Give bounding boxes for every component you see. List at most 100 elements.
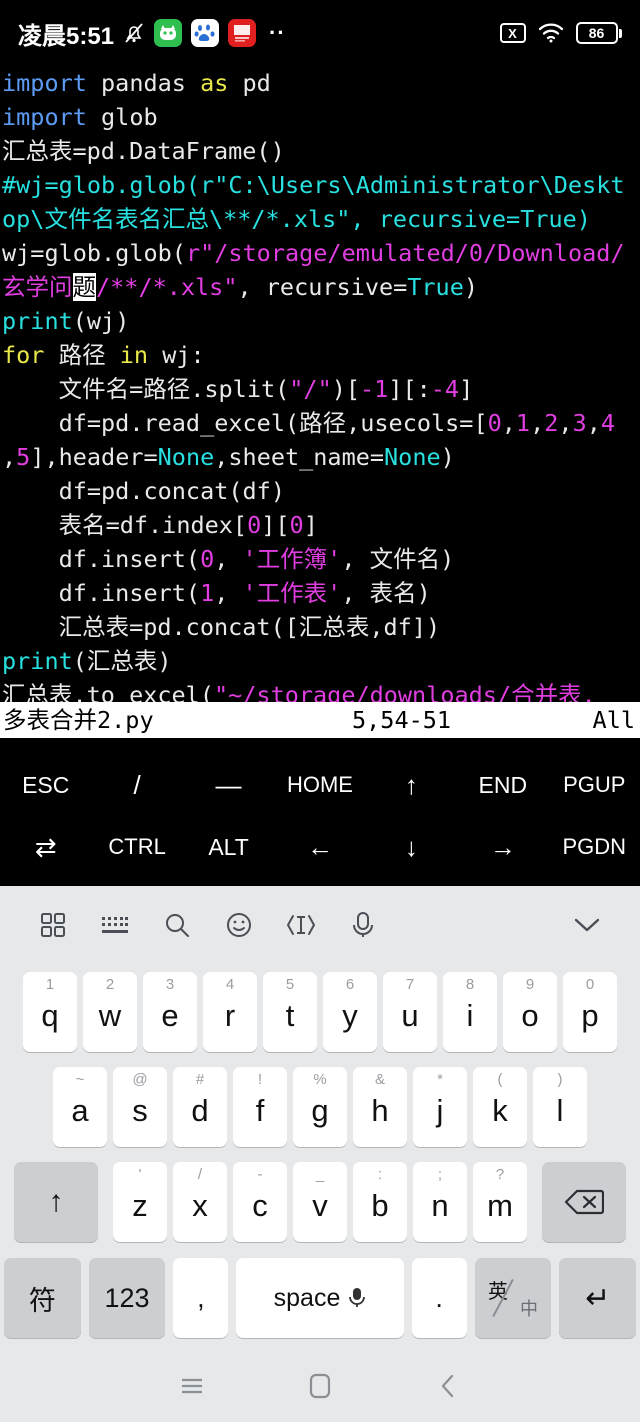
code-token: 0 [289,511,304,539]
enter-key[interactable]: ↵ [559,1258,637,1338]
search-icon[interactable] [146,911,208,939]
key-alt-label: # [195,1070,205,1088]
key-h[interactable]: & h [353,1066,407,1147]
extra-key-[interactable]: — [183,754,274,816]
key-o[interactable]: 9o [503,971,557,1052]
key-w[interactable]: 2w [83,971,137,1052]
key-i[interactable]: 8i [443,971,497,1052]
key-main-label: j [436,1093,444,1128]
key-z[interactable]: ' z [113,1161,167,1242]
key-x[interactable]: / x [173,1161,227,1242]
home-icon[interactable] [256,1372,384,1400]
key-r[interactable]: 4r [203,971,257,1052]
key-main-label: u [401,998,419,1033]
key-alt-label: ~ [75,1070,85,1088]
key-main-label: d [191,1093,209,1128]
code-line: 汇总表=pd.concat([汇总表,df]) [2,610,640,644]
code-token: ][: [388,375,431,403]
vim-cursor-position: 5,54-51 [352,706,452,734]
code-token: for [2,341,45,369]
key-main-label: n [431,1188,449,1223]
code-token: , recursive= [237,273,408,301]
extra-key-end[interactable]: END [457,754,548,816]
vim-editor-buffer[interactable]: import pandas as pd import glob 汇总表=pd.Dat… [0,66,640,702]
key-k[interactable]: (k [473,1066,527,1147]
back-icon[interactable] [384,1372,512,1400]
key-m[interactable]: ? m [473,1161,527,1242]
key-j[interactable]: * j [413,1066,467,1147]
key-f[interactable]: ! f [233,1066,287,1147]
extra-key-pgup[interactable]: PGUP [549,754,640,816]
menu-icon[interactable] [128,1375,256,1397]
key-s[interactable]: @ s [113,1066,167,1147]
grid-icon[interactable] [22,911,84,939]
key-b[interactable]: :b [353,1161,407,1242]
code-token: ],header= [30,443,158,471]
code-token: df=pd.concat(df) [2,477,285,505]
microphone-icon[interactable] [332,911,394,939]
symbol-key[interactable]: 符 [4,1258,81,1338]
extra-key-[interactable]: / [91,754,182,816]
key-main-label: v [312,1188,328,1223]
key-e[interactable]: 3e [143,971,197,1052]
keyboard-row-bottom: 符 123 , space . 英 中 ↵ [0,1249,640,1347]
key-t[interactable]: 5t [263,971,317,1052]
space-key[interactable]: space [236,1258,404,1338]
key-d[interactable]: # d [173,1066,227,1147]
code-token: ] [303,511,318,539]
key-c[interactable]: -c [233,1161,287,1242]
key-alt-label: ! [257,1070,263,1088]
code-token: )[ [331,375,361,403]
backspace-icon [564,1189,604,1214]
code-line: 汇总表=pd.DataFrame() [2,134,640,168]
key-alt-label: @ [132,1070,148,1088]
comma-key[interactable]: , [173,1258,229,1338]
extra-key-home[interactable]: HOME [274,754,365,816]
extra-key-[interactable]: ⇄ [0,816,91,878]
extra-key-pgdn[interactable]: PGDN [549,816,640,878]
text-edit-icon[interactable] [270,912,332,938]
extra-key-[interactable]: → [457,816,548,878]
key-p[interactable]: 0p [563,971,617,1052]
emoji-icon[interactable] [208,911,270,939]
chevron-down-icon[interactable] [556,914,618,936]
code-line: 玄学问题/**/*.xls", recursive=True) [2,270,640,304]
code-token: 汇总表.to_excel( [2,681,214,702]
key-main-label: k [492,1093,508,1128]
extra-key-esc[interactable]: ESC [0,754,91,816]
keyboard-icon[interactable] [84,913,146,937]
extra-key-ctrl[interactable]: CTRL [91,816,182,878]
extra-key-alt[interactable]: ALT [183,816,274,878]
key-y[interactable]: 6y [323,971,377,1052]
status-bar: 凌晨5:51 ·· X 86 [0,0,640,66]
extra-key-[interactable]: ↑ [366,754,457,816]
key-alt-label: 7 [405,975,415,993]
key-v[interactable]: _ v [293,1161,347,1242]
extra-key-[interactable]: ↓ [366,816,457,878]
code-token: (汇总表) [72,647,172,675]
language-toggle-key[interactable]: 英 中 [474,1258,552,1338]
key-alt-label: * [437,1070,443,1088]
shift-key[interactable]: ↑ [14,1161,98,1242]
key-main-label: i [466,998,474,1033]
code-token: -4 [430,375,460,403]
key-main-label: s [132,1093,148,1128]
code-line: 表名=df.index[0][0] [2,508,640,542]
period-key[interactable]: . [411,1258,467,1338]
key-l[interactable]: ) l [533,1066,587,1147]
key-n[interactable]: ; n [413,1161,467,1242]
key-q[interactable]: 1q [23,971,77,1052]
key-main-label: y [342,998,358,1033]
key-main-label: z [132,1188,148,1223]
numeric-key[interactable]: 123 [88,1258,166,1338]
extra-key-[interactable]: ← [274,816,365,878]
key-a[interactable]: ~ a [53,1066,107,1147]
code-token: (wj) [72,307,130,335]
extra-keys-row-1: ESC / — HOME ↑ END PGUP [0,754,640,816]
key-g[interactable]: % g [293,1066,347,1147]
code-token: print [2,307,73,335]
backspace-key[interactable] [542,1161,626,1242]
code-token: df.insert( [2,545,201,573]
key-u[interactable]: 7u [383,971,437,1052]
code-token: r"/storage/emulated/0/Download/ [185,239,625,267]
